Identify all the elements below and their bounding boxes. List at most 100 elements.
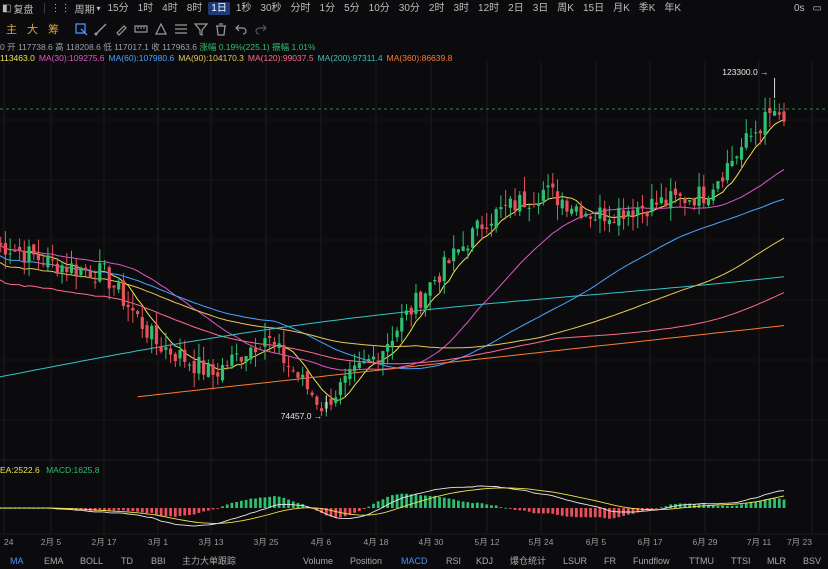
candle-body bbox=[437, 276, 442, 283]
indicator-kdj[interactable]: KDJ bbox=[476, 556, 493, 566]
macd-bar bbox=[159, 508, 163, 517]
candle-body bbox=[744, 133, 748, 148]
indicator-爆仓统计[interactable]: 爆仓统计 bbox=[510, 554, 546, 567]
candle-body bbox=[423, 293, 427, 309]
candle-body bbox=[654, 202, 659, 205]
candle-body bbox=[499, 207, 503, 210]
indicator-position[interactable]: Position bbox=[350, 556, 382, 566]
indicator-ttmu[interactable]: TTMU bbox=[689, 556, 714, 566]
indicator-macd[interactable]: MACD bbox=[401, 556, 428, 566]
indicator-ttsi[interactable]: TTSI bbox=[731, 556, 751, 566]
macd-bar bbox=[263, 497, 267, 508]
price-chart[interactable]: 123300.0 → 74457.0 → 24 2月 5 2月 17 3月 1 3月 13 3… bbox=[0, 0, 828, 552]
macd-bar bbox=[287, 499, 290, 508]
indicator-td[interactable]: TD bbox=[121, 556, 133, 566]
candle-body bbox=[636, 207, 640, 215]
indicator-rsi[interactable]: RSI bbox=[446, 556, 461, 566]
indicator-boll[interactable]: BOLL bbox=[80, 556, 103, 566]
x-tick-label: 3月 25 bbox=[253, 537, 278, 547]
high-price-label: 123300.0 → bbox=[722, 67, 768, 77]
x-tick-label: 5月 24 bbox=[528, 537, 553, 547]
candle-body bbox=[13, 250, 17, 252]
macd-bar bbox=[475, 502, 479, 508]
candle-body bbox=[140, 317, 144, 330]
candle-body bbox=[504, 204, 508, 206]
indicator-ema[interactable]: EMA bbox=[44, 556, 64, 566]
candle-body bbox=[216, 372, 220, 377]
macd-bar bbox=[155, 508, 158, 515]
candle-body bbox=[537, 203, 541, 206]
candle-body bbox=[494, 209, 498, 228]
candle-body bbox=[678, 193, 682, 196]
candle-body bbox=[546, 185, 550, 188]
candle-body bbox=[164, 347, 168, 350]
indicator-ma[interactable]: MA bbox=[10, 556, 24, 566]
macd-bar bbox=[598, 508, 602, 518]
candle-body bbox=[202, 360, 206, 375]
candle-body bbox=[121, 280, 126, 306]
candle-body bbox=[584, 213, 588, 217]
candle-body bbox=[702, 186, 706, 204]
candle-body bbox=[480, 224, 484, 230]
candle-body bbox=[640, 205, 645, 209]
x-tick-label: 7月 23 bbox=[787, 537, 812, 547]
candle-body bbox=[758, 130, 763, 134]
macd-bar bbox=[225, 504, 229, 508]
macd-bar bbox=[428, 495, 432, 508]
candle-body bbox=[220, 364, 225, 381]
macd-bar bbox=[504, 507, 508, 509]
macd-bar bbox=[725, 505, 729, 508]
macd-bar bbox=[711, 505, 715, 508]
macd-bar bbox=[532, 508, 536, 514]
macd-bar bbox=[372, 503, 375, 508]
candle-body bbox=[357, 362, 361, 369]
macd-value: MACD:1625.8 bbox=[46, 465, 100, 475]
macd-bar bbox=[626, 508, 630, 515]
candle-body bbox=[735, 156, 739, 159]
indicator-volume[interactable]: Volume bbox=[303, 556, 333, 566]
indicator-lsur[interactable]: LSUR bbox=[563, 556, 587, 566]
indicator-主力大单跟踪[interactable]: 主力大单跟踪 bbox=[182, 554, 236, 567]
low-price-label: 74457.0 → bbox=[281, 411, 323, 421]
macd-bar bbox=[244, 499, 248, 508]
candle-body bbox=[168, 348, 173, 355]
candle-body bbox=[272, 341, 276, 345]
candle-body bbox=[428, 282, 432, 296]
candle-body bbox=[79, 267, 83, 276]
candle-body bbox=[268, 335, 272, 338]
macd-bar bbox=[744, 503, 748, 508]
macd-bar bbox=[423, 495, 427, 508]
macd-bar bbox=[343, 508, 347, 517]
candle-body bbox=[102, 263, 107, 265]
macd-bar bbox=[169, 508, 172, 517]
macd-bar bbox=[112, 508, 116, 511]
x-tick-label: 3月 13 bbox=[198, 537, 223, 547]
indicator-mlr[interactable]: MLR bbox=[767, 556, 786, 566]
macd-bar bbox=[140, 508, 144, 513]
candle-body bbox=[367, 358, 371, 362]
macd-bar bbox=[565, 508, 569, 517]
candle-body bbox=[607, 219, 612, 225]
candle-body bbox=[555, 191, 560, 206]
candle-body bbox=[754, 132, 758, 134]
macd-bar bbox=[122, 508, 125, 511]
indicator-bbi[interactable]: BBI bbox=[151, 556, 166, 566]
macd-bar bbox=[759, 500, 762, 508]
dea-value: EA:2522.6 bbox=[0, 465, 40, 475]
macd-bar bbox=[235, 502, 239, 508]
candle-body bbox=[659, 197, 663, 204]
indicator-bsv[interactable]: BSV bbox=[803, 556, 821, 566]
indicator-fr[interactable]: FR bbox=[604, 556, 616, 566]
candle-body bbox=[716, 181, 720, 189]
indicator-fundflow[interactable]: Fundflow bbox=[633, 556, 670, 566]
candle-body bbox=[626, 210, 630, 216]
candle-body bbox=[706, 197, 711, 206]
candle-body bbox=[598, 207, 602, 219]
macd-bar bbox=[499, 507, 503, 508]
candle-body bbox=[721, 177, 725, 182]
candle-body bbox=[107, 267, 111, 289]
macd-bar bbox=[150, 508, 154, 513]
candle-body bbox=[36, 254, 41, 261]
macd-bar bbox=[414, 494, 418, 508]
macd-bar bbox=[537, 508, 541, 514]
